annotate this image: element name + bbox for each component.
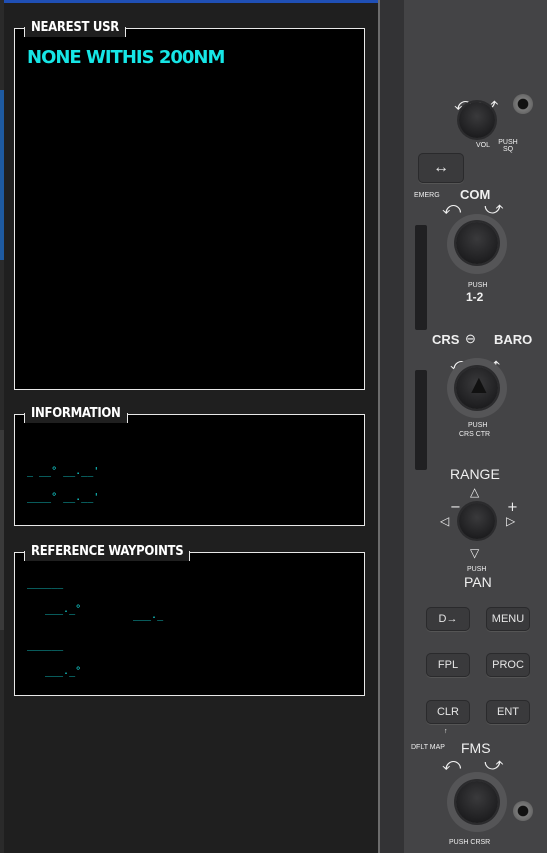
information-title: INFORMATION — [24, 405, 128, 423]
nearest-usr-title: NEAREST USR — [24, 19, 126, 37]
longitude-value: ____° __.__' — [27, 492, 100, 503]
range-plus-icon: + — [507, 500, 518, 515]
bezel-slot — [415, 225, 427, 330]
dflt-map-label: DFLT MAP — [411, 744, 445, 751]
vol-knob[interactable] — [459, 102, 495, 138]
reference-waypoints-box: REFERENCE WAYPOINTS ______ ___._° ___._ … — [14, 543, 365, 696]
baro-label: BARO — [494, 332, 533, 347]
bezel-slot — [415, 370, 427, 470]
nearest-usr-box: NEAREST USR NONE WITHIS 200NM — [14, 19, 365, 390]
range-pan-knob[interactable] — [459, 503, 495, 539]
com-push-label: PUSH — [468, 282, 488, 289]
emerg-label: EMERG — [414, 192, 440, 199]
latitude-value: _ __° __.__' — [27, 466, 100, 477]
pan-right-icon[interactable]: ▷ — [506, 514, 515, 528]
clr-button[interactable]: CLR — [426, 700, 470, 724]
pan-label: PAN — [464, 574, 492, 590]
information-box: INFORMATION _ __° __.__' ____° __.__' — [14, 405, 365, 526]
display-top-border — [4, 0, 378, 3]
emergency-button[interactable]: ↔ — [418, 153, 464, 183]
nearest-usr-message: NONE WITHIS 200NM — [27, 47, 225, 68]
vol-label: VOL — [476, 142, 491, 149]
crs-pointer-icon: ▲ — [466, 369, 492, 399]
menu-button[interactable]: MENU — [486, 607, 530, 631]
push-sq-label: PUSH SQ — [498, 139, 518, 153]
push-crsr-label: PUSH CRSR — [449, 839, 491, 846]
ent-button[interactable]: ENT — [486, 700, 530, 724]
screw-icon — [513, 801, 533, 821]
fpl-button[interactable]: FPL — [426, 653, 470, 677]
pan-down-icon[interactable]: ▽ — [470, 546, 479, 560]
dflt-map-indicator: ↑ — [444, 728, 448, 735]
direct-to-button[interactable]: D→ — [426, 607, 470, 631]
crs-baro-icon: ⊖ — [465, 331, 476, 346]
pan-left-icon[interactable]: ◁ — [440, 514, 449, 528]
crs-push-label: PUSH — [468, 422, 488, 429]
mfd-display: NEAREST USR NONE WITHIS 200NM INFORMATIO… — [4, 0, 380, 853]
range-label: RANGE — [450, 466, 500, 482]
fms-knob-inner[interactable] — [456, 781, 498, 823]
com-knob-inner[interactable] — [456, 222, 498, 264]
waypoint-2-name: ______ — [27, 640, 64, 651]
crs-ctr-label: CRS CTR — [459, 431, 491, 438]
screw-icon — [513, 94, 533, 114]
reference-waypoints-title: REFERENCE WAYPOINTS — [23, 543, 191, 561]
com-1-2-label: 1-2 — [466, 290, 484, 304]
crs-label: CRS — [432, 332, 460, 347]
waypoint-2-bearing: ___._° — [45, 666, 82, 677]
bezel-edge — [380, 0, 404, 853]
proc-button[interactable]: PROC — [486, 653, 530, 677]
pan-push-label: PUSH — [467, 566, 487, 573]
waypoint-1-bearing: ___._° — [45, 604, 82, 615]
pan-up-icon[interactable]: △ — [470, 485, 479, 499]
range-minus-icon: − — [450, 500, 461, 515]
waypoint-1-distance: ___._ — [133, 610, 164, 621]
waypoint-1-name: ______ — [27, 578, 64, 589]
